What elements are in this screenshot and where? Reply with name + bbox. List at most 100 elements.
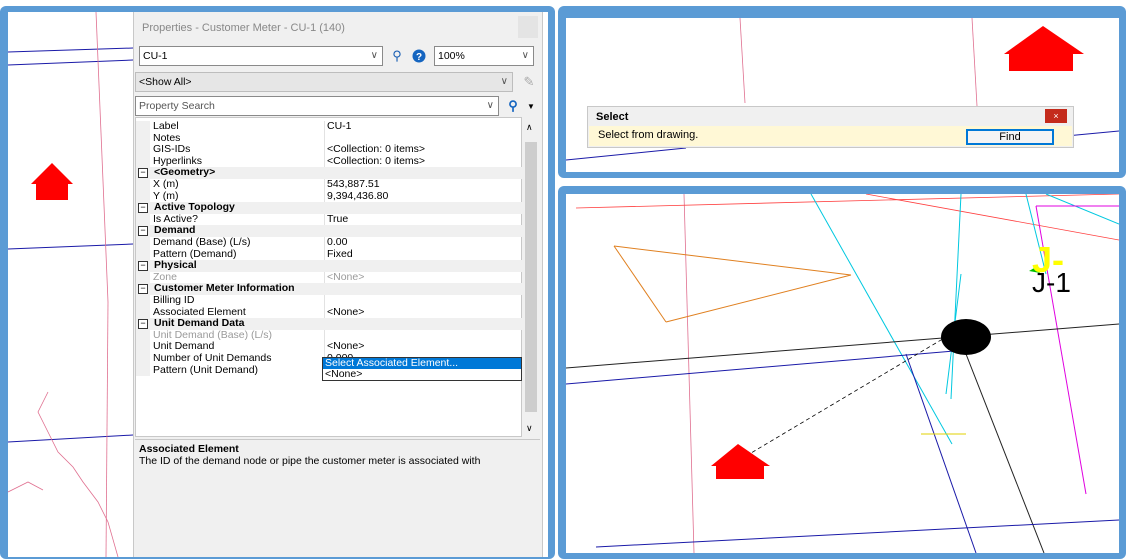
row-gutter bbox=[136, 306, 150, 319]
properties-window[interactable]: Properties - Customer Meter - CU-1 (140)… bbox=[133, 12, 543, 557]
help-icon[interactable]: ? bbox=[410, 47, 428, 65]
find-button[interactable]: Find bbox=[966, 129, 1054, 145]
zoom-value: 100% bbox=[438, 50, 465, 62]
property-grid-scrollbar[interactable]: ∧ ∨ bbox=[523, 118, 539, 436]
select-dialog[interactable]: Select × Select from drawing. Find bbox=[587, 106, 1074, 148]
property-key: Number of Unit Demands bbox=[153, 352, 272, 364]
close-icon[interactable]: × bbox=[1045, 109, 1067, 123]
drawing-view-top-right[interactable] bbox=[566, 18, 1119, 172]
row-gutter bbox=[136, 144, 150, 156]
customer-meter-icon[interactable] bbox=[1004, 26, 1084, 71]
property-value[interactable]: 0.00 bbox=[327, 236, 347, 249]
description-text: The ID of the demand node or pipe the cu… bbox=[139, 455, 481, 467]
chevron-down-icon: ∨ bbox=[521, 50, 529, 61]
column-separator bbox=[324, 271, 325, 284]
collapse-icon[interactable]: − bbox=[138, 261, 148, 272]
row-gutter bbox=[136, 353, 150, 365]
property-value[interactable]: CU-1 bbox=[327, 120, 352, 133]
row-gutter bbox=[136, 155, 150, 168]
property-search-placeholder: Property Search bbox=[139, 100, 215, 112]
scroll-up-icon[interactable]: ∧ bbox=[526, 122, 533, 133]
property-value[interactable]: <None> bbox=[327, 271, 364, 284]
row-gutter bbox=[136, 179, 150, 191]
property-key: X (m) bbox=[153, 178, 179, 190]
collapse-icon[interactable]: − bbox=[138, 319, 148, 330]
drawing-canvas-top-right[interactable] bbox=[566, 18, 1119, 172]
property-search-input[interactable]: Property Search ∨ bbox=[135, 96, 499, 116]
row-gutter bbox=[136, 364, 150, 377]
collapse-icon[interactable]: − bbox=[138, 203, 148, 214]
scroll-down-icon[interactable]: ∨ bbox=[526, 423, 533, 434]
row-gutter bbox=[136, 248, 150, 261]
node-label: J-1 bbox=[1032, 267, 1071, 298]
row-gutter bbox=[136, 213, 150, 226]
chevron-down-icon: ∨ bbox=[370, 50, 378, 61]
chevron-down-icon: ∨ bbox=[500, 76, 508, 87]
zoom-select[interactable]: 100% ∨ bbox=[434, 46, 534, 66]
property-row[interactable]: X (m) 543,887.51 bbox=[136, 178, 523, 191]
property-value[interactable]: 9,394,436.80 bbox=[327, 190, 388, 203]
collapse-icon[interactable]: − bbox=[138, 168, 148, 179]
row-gutter bbox=[136, 271, 150, 284]
row-gutter bbox=[136, 190, 150, 203]
column-separator bbox=[324, 121, 325, 133]
collapse-icon[interactable]: − bbox=[138, 226, 148, 237]
chevron-down-icon: ∨ bbox=[486, 100, 494, 111]
column-separator bbox=[324, 341, 325, 353]
search-options-icon[interactable]: ▼ bbox=[522, 97, 540, 115]
column-separator bbox=[324, 155, 325, 168]
column-separator bbox=[324, 144, 325, 156]
property-key: Pattern (Unit Demand) bbox=[153, 363, 259, 376]
column-separator bbox=[324, 329, 325, 342]
column-separator bbox=[324, 179, 325, 191]
property-key: Demand (Base) (L/s) bbox=[153, 236, 251, 248]
row-gutter bbox=[136, 329, 150, 342]
dropdown-option-none[interactable]: <None> bbox=[323, 369, 521, 380]
filter-select[interactable]: <Show All> ∨ bbox=[135, 72, 513, 92]
property-key: Label bbox=[153, 120, 179, 132]
filter-value: <Show All> bbox=[139, 76, 192, 88]
element-selector[interactable]: CU-1 ∨ bbox=[139, 46, 383, 66]
property-row[interactable]: Billing ID bbox=[136, 294, 523, 307]
svg-text:?: ? bbox=[416, 52, 422, 63]
row-gutter bbox=[136, 237, 150, 249]
property-value[interactable]: True bbox=[327, 213, 348, 226]
customer-meter-icon[interactable] bbox=[31, 163, 73, 200]
row-gutter bbox=[136, 295, 150, 307]
column-separator bbox=[324, 213, 325, 226]
properties-title: Properties - Customer Meter - CU-1 (140) bbox=[142, 22, 345, 34]
drawing-view-bottom-right[interactable]: J- J-1 bbox=[566, 194, 1119, 553]
property-grid[interactable]: Label CU-1 Notes GIS-IDs <Collection: 0 item… bbox=[135, 117, 523, 437]
property-key: Billing ID bbox=[153, 294, 195, 306]
zoom-to-icon[interactable]: ⚲ bbox=[388, 47, 406, 65]
row-gutter bbox=[136, 341, 150, 353]
property-category[interactable]: − Customer Meter Information bbox=[136, 283, 523, 295]
column-separator bbox=[324, 306, 325, 319]
customer-meter-icon[interactable] bbox=[711, 444, 770, 479]
select-dialog-message: Select from drawing. bbox=[598, 129, 699, 141]
row-gutter bbox=[136, 121, 150, 133]
property-value[interactable]: <None> bbox=[327, 306, 364, 319]
search-icon[interactable]: ⚲ bbox=[504, 97, 522, 115]
description-title: Associated Element bbox=[139, 443, 239, 455]
select-dialog-title: Select bbox=[596, 111, 629, 123]
property-description: Associated Element The ID of the demand … bbox=[135, 439, 540, 555]
property-value[interactable]: Fixed bbox=[327, 248, 353, 261]
row-gutter bbox=[136, 132, 150, 145]
drawing-canvas-bottom-right[interactable]: J- J-1 bbox=[566, 194, 1119, 553]
edit-icon[interactable]: ✎ bbox=[520, 73, 538, 91]
column-separator bbox=[324, 190, 325, 203]
scrollbar-thumb[interactable] bbox=[525, 142, 537, 412]
associated-element-dropdown[interactable]: Select Associated Element... <None> bbox=[322, 357, 522, 381]
property-row[interactable]: Label CU-1 bbox=[136, 120, 523, 133]
column-separator bbox=[324, 132, 325, 145]
column-separator bbox=[324, 248, 325, 261]
column-separator bbox=[324, 237, 325, 249]
close-button[interactable] bbox=[518, 16, 538, 38]
collapse-icon[interactable]: − bbox=[138, 284, 148, 295]
property-row[interactable]: Demand (Base) (L/s) 0.00 bbox=[136, 236, 523, 249]
property-value[interactable]: <Collection: 0 items> bbox=[327, 155, 425, 168]
junction-node[interactable] bbox=[941, 319, 991, 355]
property-value[interactable]: 543,887.51 bbox=[327, 178, 380, 191]
element-selector-value: CU-1 bbox=[143, 50, 168, 62]
